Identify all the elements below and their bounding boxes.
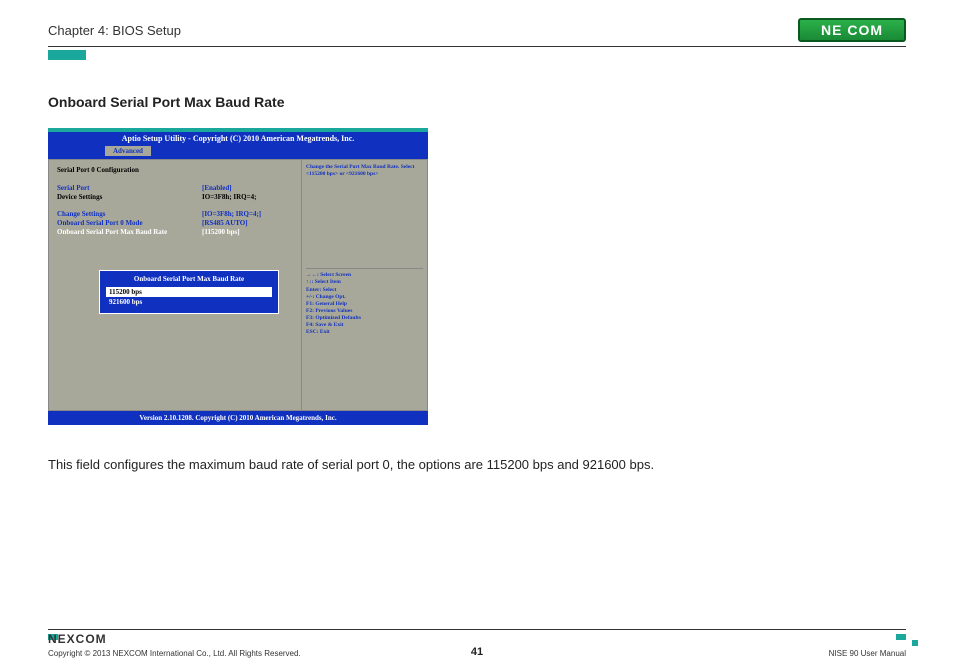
bios-tab-row: Advanced [48,145,428,159]
setting-label: Serial Port [57,184,202,192]
setting-label: Onboard Serial Port Max Baud Rate [57,228,202,236]
manual-name: NISE 90 User Manual [829,649,906,658]
popup-title: Onboard Serial Port Max Baud Rate [106,275,272,283]
setting-label: Onboard Serial Port 0 Mode [57,219,202,227]
setting-value: [IO=3F8h; IRQ=4;] [202,210,293,218]
bios-setting-row[interactable]: Onboard Serial Port 0 Mode[RS485 AUTO] [57,219,293,227]
setting-value: IO=3F8h; IRQ=4; [202,193,293,201]
help-keys-block: →←: Select Screen↑↓: Select ItemEnter: S… [306,268,423,336]
footer-accent-right [896,634,906,640]
help-key-line: F3: Optimized Defaults [306,315,423,322]
setting-value: [RS485 AUTO] [202,219,293,227]
help-key-line: F1: General Help [306,301,423,308]
bios-screenshot: Aptio Setup Utility - Copyright (C) 2010… [48,128,428,425]
help-key-line: Enter: Select [306,287,423,294]
config-header: Serial Port 0 Configuration [57,166,293,174]
popup-option[interactable]: 115200 bps [106,287,272,297]
bios-setting-row[interactable]: Device SettingsIO=3F8h; IRQ=4; [57,193,293,201]
help-key-line: +/-: Change Opt. [306,294,423,301]
logo-text: NE COM [821,22,883,38]
header-accent-bar [48,50,86,60]
setting-label: Change Settings [57,210,202,218]
setting-value: [Enabled] [202,184,293,192]
description-text: This field configures the maximum baud r… [48,455,748,475]
nexcom-logo-top: NE COM [798,18,906,42]
bios-setting-row[interactable]: Serial Port[Enabled] [57,184,293,192]
setting-label: Device Settings [57,193,202,201]
bios-setting-row[interactable]: Onboard Serial Port Max Baud Rate[115200… [57,228,293,236]
bios-left-panel: Serial Port 0 Configuration Serial Port[… [49,160,301,410]
help-key-line: →←: Select Screen [306,272,423,279]
bios-tab-advanced[interactable]: Advanced [104,145,152,156]
bios-titlebar: Aptio Setup Utility - Copyright (C) 2010… [48,132,428,145]
setting-value: [115200 bps] [202,228,293,236]
baud-rate-popup: Onboard Serial Port Max Baud Rate 115200… [99,270,279,314]
popup-option[interactable]: 921600 bps [106,297,272,307]
help-key-line: ↑↓: Select Item [306,279,423,286]
chapter-title: Chapter 4: BIOS Setup [48,23,181,38]
help-description: Change the Serial Port Max Baud Rate. Se… [306,164,423,178]
bios-body: Serial Port 0 Configuration Serial Port[… [48,159,428,411]
header-rule [48,46,906,47]
help-key-line: F4: Save & Exit [306,322,423,329]
nexcom-logo-bottom: NEXCOM [48,632,107,646]
page-number: 41 [0,646,954,658]
help-key-line: F2: Previous Values [306,308,423,315]
bios-footer: Version 2.10.1208. Copyright (C) 2010 Am… [48,411,428,425]
footer-rule [48,629,906,630]
bios-setting-row[interactable]: Change Settings[IO=3F8h; IRQ=4;] [57,210,293,218]
help-key-line: ESC: Exit [306,329,423,336]
section-title: Onboard Serial Port Max Baud Rate [48,94,285,110]
bios-help-panel: Change the Serial Port Max Baud Rate. Se… [301,160,427,410]
page-header: Chapter 4: BIOS Setup NE COM [48,18,906,42]
